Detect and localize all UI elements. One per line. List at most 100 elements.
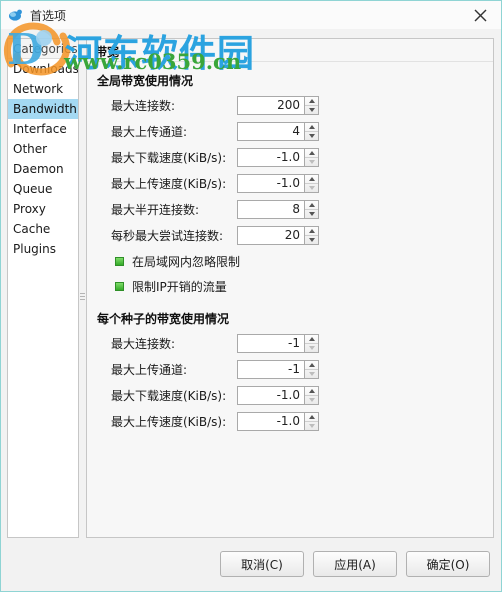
spinner-down-icon[interactable] (305, 182, 318, 192)
spinner-buttons[interactable] (305, 95, 319, 115)
spinner-up-icon[interactable] (305, 123, 318, 131)
setting-label: 最大下载速度(KiB/s): (111, 150, 227, 165)
spinner-buttons[interactable] (305, 385, 319, 405)
spinner-up-icon[interactable] (305, 413, 318, 421)
close-button[interactable] (459, 1, 501, 29)
spinner-input[interactable]: -1 (237, 359, 305, 379)
spinner-down-icon[interactable] (305, 130, 318, 140)
checkbox-checked-icon[interactable] (115, 256, 124, 266)
sidebar-item-label: Cache (13, 222, 51, 236)
spinner[interactable]: -1.0 (237, 411, 319, 431)
preferences-dialog: 首选项 Categories Downloads Network Bandwidth… (0, 0, 502, 592)
spinner-up-icon[interactable] (305, 387, 318, 395)
spinner-up-icon[interactable] (305, 335, 318, 343)
sidebar-item-label: Plugins (13, 242, 56, 256)
apply-button[interactable]: 应用(A) (313, 551, 397, 577)
settings-panel: 带宽 全局带宽使用情况 最大连接数: 200 最大上传通道: 4 最大下载速度(KiB/s… (86, 38, 494, 538)
sidebar-item-downloads[interactable]: Downloads (8, 59, 78, 79)
dialog-footer: 取消(C) 应用(A) 确定(O) (1, 544, 501, 591)
spinner-down-icon[interactable] (305, 104, 318, 114)
window-title: 首选项 (30, 8, 67, 23)
sidebar-item-label: Interface (13, 122, 67, 136)
spinner[interactable]: -1.0 (237, 147, 319, 167)
spinner-buttons[interactable] (305, 173, 319, 193)
setting-row: 最大半开连接数: 8 (97, 199, 483, 219)
spinner-down-icon[interactable] (305, 342, 318, 352)
spinner-input[interactable]: -1.0 (237, 385, 305, 405)
spinner-up-icon[interactable] (305, 149, 318, 157)
sidebar-item-network[interactable]: Network (8, 79, 78, 99)
spinner-input[interactable]: -1.0 (237, 411, 305, 431)
panel-content: 全局带宽使用情况 最大连接数: 200 最大上传通道: 4 最大下载速度(KiB/s): -… (87, 62, 493, 537)
title-bar: 首选项 (1, 1, 501, 29)
spinner-buttons[interactable] (305, 359, 319, 379)
spinner-up-icon[interactable] (305, 361, 318, 369)
spinner[interactable]: 8 (237, 199, 319, 219)
sidebar-item-plugins[interactable]: Plugins (8, 239, 78, 259)
sidebar-item-label: Other (13, 142, 48, 156)
spinner-buttons[interactable] (305, 147, 319, 167)
spinner[interactable]: -1 (237, 333, 319, 353)
spinner-up-icon[interactable] (305, 175, 318, 183)
spinner[interactable]: 20 (237, 225, 319, 245)
sidebar-item-bandwidth[interactable]: Bandwidth (8, 99, 78, 119)
setting-label: 最大上传速度(KiB/s): (111, 176, 227, 191)
spinner-buttons[interactable] (305, 199, 319, 219)
spinner-down-icon[interactable] (305, 208, 318, 218)
spinner-buttons[interactable] (305, 225, 319, 245)
spinner-input[interactable]: 20 (237, 225, 305, 245)
categories-list[interactable]: Downloads Network Bandwidth Interface Other D… (8, 59, 78, 259)
spinner-buttons[interactable] (305, 411, 319, 431)
spinner-input[interactable]: -1 (237, 333, 305, 353)
spinner[interactable]: -1.0 (237, 385, 319, 405)
setting-label: 最大上传速度(KiB/s): (111, 414, 227, 429)
spinner-down-icon[interactable] (305, 368, 318, 378)
splitter-grip[interactable] (80, 293, 85, 302)
spinner-up-icon[interactable] (305, 201, 318, 209)
setting-row: 最大上传通道: -1 (97, 359, 483, 379)
spinner-input[interactable]: -1.0 (237, 147, 305, 167)
cancel-button[interactable]: 取消(C) (220, 551, 304, 577)
spinner-input[interactable]: -1.0 (237, 173, 305, 193)
categories-sidebar[interactable]: Categories Downloads Network Bandwidth Inte… (7, 38, 79, 538)
sidebar-item-cache[interactable]: Cache (8, 219, 78, 239)
spinner-down-icon[interactable] (305, 234, 318, 244)
ok-button[interactable]: 确定(O) (406, 551, 490, 577)
checkbox-checked-icon[interactable] (115, 281, 124, 291)
spinner-down-icon[interactable] (305, 394, 318, 404)
sidebar-item-queue[interactable]: Queue (8, 179, 78, 199)
setting-label: 最大连接数: (111, 336, 176, 351)
setting-row: 每秒最大尝试连接数: 20 (97, 225, 483, 245)
dialog-body: Categories Downloads Network Bandwidth Inte… (1, 30, 501, 544)
sidebar-splitter[interactable] (80, 38, 85, 538)
setting-label: 最大下载速度(KiB/s): (111, 388, 227, 403)
spinner-input[interactable]: 4 (237, 121, 305, 141)
spinner-input[interactable]: 200 (237, 95, 305, 115)
spinner[interactable]: 200 (237, 95, 319, 115)
panel-title: 带宽 (95, 45, 120, 59)
spinner-up-icon[interactable] (305, 227, 318, 235)
spinner[interactable]: -1 (237, 359, 319, 379)
sidebar-item-daemon[interactable]: Daemon (8, 159, 78, 179)
setting-row: 最大连接数: -1 (97, 333, 483, 353)
sidebar-item-label: Downloads (13, 62, 79, 76)
group-title: 全局带宽使用情况 (97, 74, 194, 88)
sidebar-item-proxy[interactable]: Proxy (8, 199, 78, 219)
setting-row: 最大上传通道: 4 (97, 121, 483, 141)
spinner-buttons[interactable] (305, 121, 319, 141)
sidebar-item-label: Proxy (13, 202, 46, 216)
spinner-down-icon[interactable] (305, 420, 318, 430)
spinner[interactable]: 4 (237, 121, 319, 141)
spinner-input[interactable]: 8 (237, 199, 305, 219)
sidebar-item-other[interactable]: Other (8, 139, 78, 159)
sidebar-item-interface[interactable]: Interface (8, 119, 78, 139)
spinner[interactable]: -1.0 (237, 173, 319, 193)
spinner-up-icon[interactable] (305, 97, 318, 105)
checkbox-row[interactable]: 限制IP开销的流量 (97, 276, 483, 296)
spinner-buttons[interactable] (305, 333, 319, 353)
spinner-down-icon[interactable] (305, 156, 318, 166)
setting-label: 每秒最大尝试连接数: (111, 228, 224, 243)
footer-buttons: 取消(C) 应用(A) 确定(O) (220, 551, 490, 577)
checkbox-row[interactable]: 在局域网内忽略限制 (97, 251, 483, 271)
sidebar-item-label: Network (13, 82, 64, 96)
